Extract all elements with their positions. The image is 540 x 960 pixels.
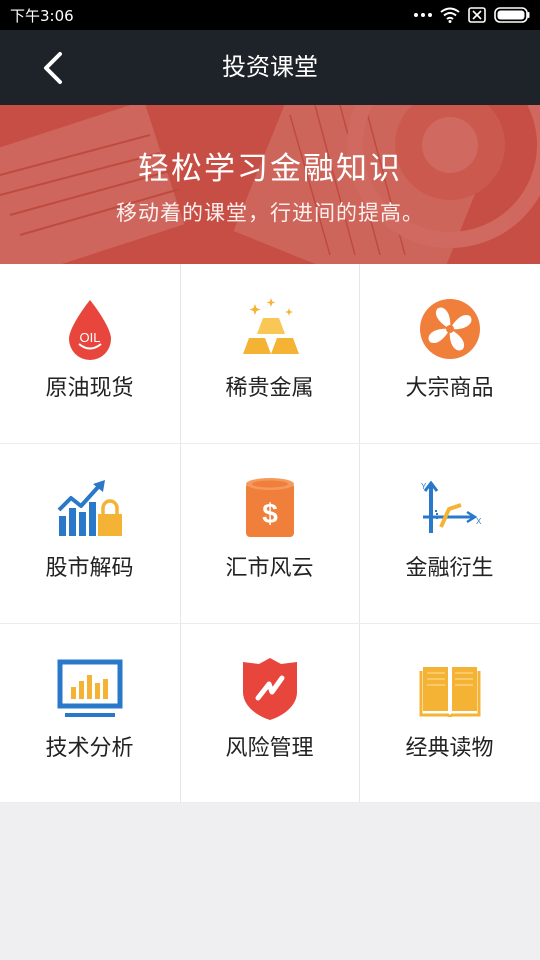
category-grid: OIL 原油现货 稀贵金属 大宗商品 股市解码 $ 汇市风云 Y X 金融衍生 … xyxy=(0,264,540,803)
svg-text:$: $ xyxy=(262,498,278,529)
category-crude-oil[interactable]: OIL 原油现货 xyxy=(0,264,179,443)
gold-bars-icon xyxy=(242,298,299,354)
more-dots-icon xyxy=(414,13,432,17)
category-label: 金融衍生 xyxy=(405,556,494,581)
grid-divider xyxy=(0,623,540,624)
banner-subtitle: 移动着的课堂，行进间的提高。 xyxy=(116,201,424,225)
category-label: 风险管理 xyxy=(225,736,314,761)
status-time: 下午3:06 xyxy=(10,7,74,25)
oil-drop-icon: OIL xyxy=(68,300,111,360)
book-icon xyxy=(419,667,480,717)
category-derivatives[interactable]: Y X 金融衍生 xyxy=(360,444,539,623)
status-bar: 下午3:06 xyxy=(0,0,540,30)
status-icons xyxy=(414,6,530,24)
category-label: 技术分析 xyxy=(45,736,134,761)
wifi-icon xyxy=(440,7,460,23)
category-label: 股市解码 xyxy=(45,556,134,581)
grid-divider xyxy=(180,264,181,803)
category-label: 大宗商品 xyxy=(405,376,494,401)
category-label: 稀贵金属 xyxy=(225,376,314,401)
battery-icon xyxy=(494,7,530,23)
category-precious-metals[interactable]: 稀贵金属 xyxy=(180,264,359,443)
title-bar: 投资课堂 xyxy=(0,30,540,105)
category-stocks[interactable]: 股市解码 xyxy=(0,444,179,623)
grid-divider xyxy=(359,264,360,803)
category-classic-reading[interactable]: 经典读物 xyxy=(360,624,539,803)
page-title: 投资课堂 xyxy=(222,53,318,81)
svg-text:OIL: OIL xyxy=(79,330,100,345)
sim-off-icon xyxy=(468,7,486,23)
stock-chart-lock-icon xyxy=(57,480,122,536)
banner: 轻松学习金融知识 移动着的课堂，行进间的提高。 xyxy=(0,105,540,264)
category-commodities[interactable]: 大宗商品 xyxy=(360,264,539,443)
category-label: 原油现货 xyxy=(45,376,134,401)
grid-divider xyxy=(0,443,540,444)
monitor-chart-icon xyxy=(57,659,122,717)
category-technical-analysis[interactable]: 技术分析 xyxy=(0,624,179,803)
category-label: 汇市风云 xyxy=(225,556,314,581)
fan-icon xyxy=(419,299,480,359)
axis-graph-icon: Y X xyxy=(421,481,482,533)
category-label: 经典读物 xyxy=(405,736,494,761)
svg-text:X: X xyxy=(476,517,482,526)
category-risk-management[interactable]: 风险管理 xyxy=(180,624,359,803)
grid-divider xyxy=(0,802,540,803)
banner-title: 轻松学习金融知识 xyxy=(138,151,402,187)
category-forex[interactable]: $ 汇市风云 xyxy=(180,444,359,623)
svg-text:Y: Y xyxy=(421,482,427,491)
dollar-coins-icon: $ xyxy=(245,478,294,537)
shield-icon xyxy=(242,658,297,720)
